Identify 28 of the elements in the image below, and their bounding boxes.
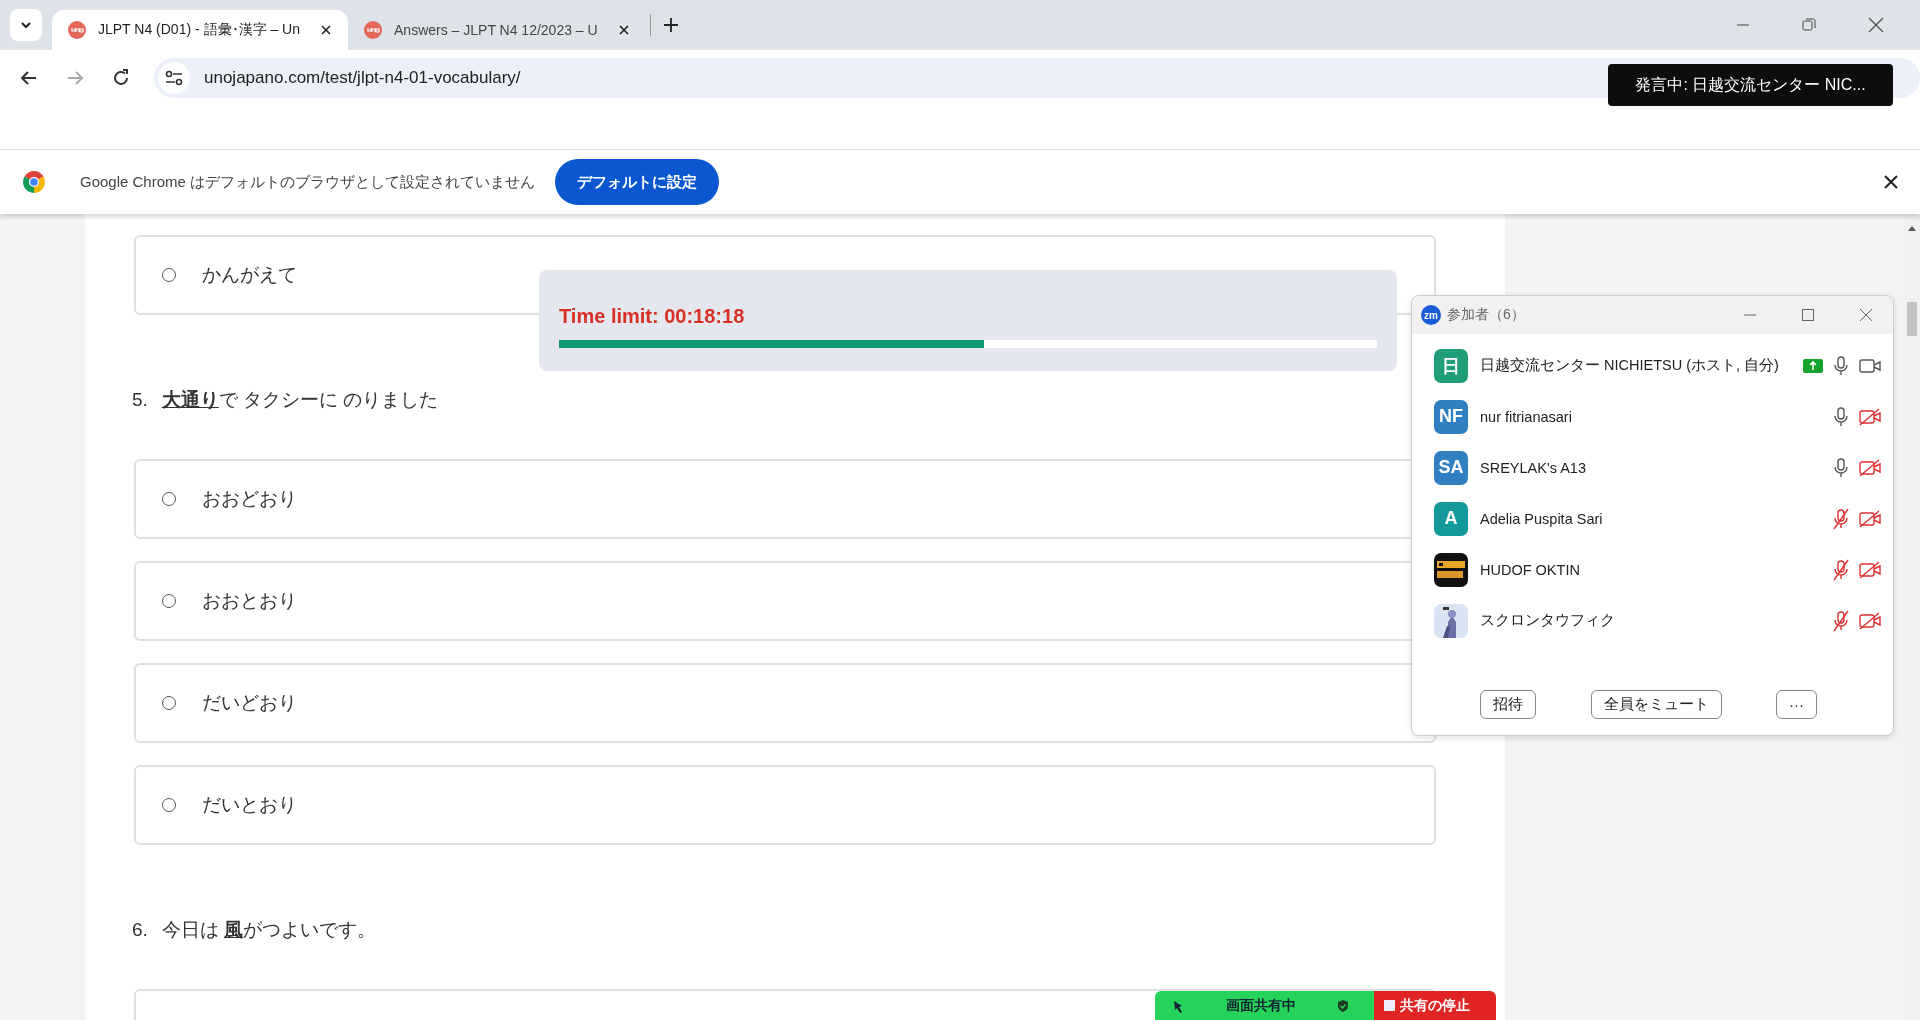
participant-name: HUDOF OKTIN xyxy=(1480,561,1580,578)
participant-name: スクロンタウフィク xyxy=(1480,611,1615,630)
question-number: 5. xyxy=(132,389,148,411)
question-text: 大通りで タクシーに のりました xyxy=(161,388,439,412)
participant-name: Adelia Puspita Sari xyxy=(1480,510,1603,527)
option-text: おおどおり xyxy=(202,487,297,511)
sharing-status: 画面共有中 xyxy=(1225,996,1296,1015)
banner-message: Google Chrome はデフォルトのブラウザとして設定されていません xyxy=(80,172,536,192)
participant-name: nur fitrianasari xyxy=(1480,408,1572,425)
option-text: おおとおり xyxy=(202,589,297,613)
avatar: A xyxy=(1434,501,1468,536)
option-text: だいとおり xyxy=(202,793,297,817)
question-number: 6. xyxy=(132,919,148,941)
avatar: 日 xyxy=(1434,348,1468,383)
option-text: だいどおり xyxy=(202,691,297,715)
avatar: NF xyxy=(1434,399,1468,434)
tab-title: Answers – JLPT N4 12/2023 – U xyxy=(394,22,598,38)
app-badge: zm xyxy=(1421,305,1441,325)
avatar: SA xyxy=(1434,450,1468,485)
participant-name: 日越交流センター NICHIETSU (ホスト, 自分) xyxy=(1480,356,1779,375)
option-text: かんがえて xyxy=(202,263,297,287)
participant-name: SREYLAK's A13 xyxy=(1480,459,1586,476)
url-text: unojapano.com/test/jlpt-n4-01-vocabulary/ xyxy=(204,67,521,88)
question-text: 今日は 風がつよいです。 xyxy=(161,918,377,942)
tab-title: JLPT N4 (D01) - 語彙･漢字 – Un xyxy=(98,21,300,39)
speaking-tooltip: 発言中: 日越交流センター NIC... xyxy=(1608,64,1893,106)
time-limit-text: Time limit: 00:18:18 xyxy=(559,304,746,328)
window-title: 参加者（6） xyxy=(1447,306,1525,324)
